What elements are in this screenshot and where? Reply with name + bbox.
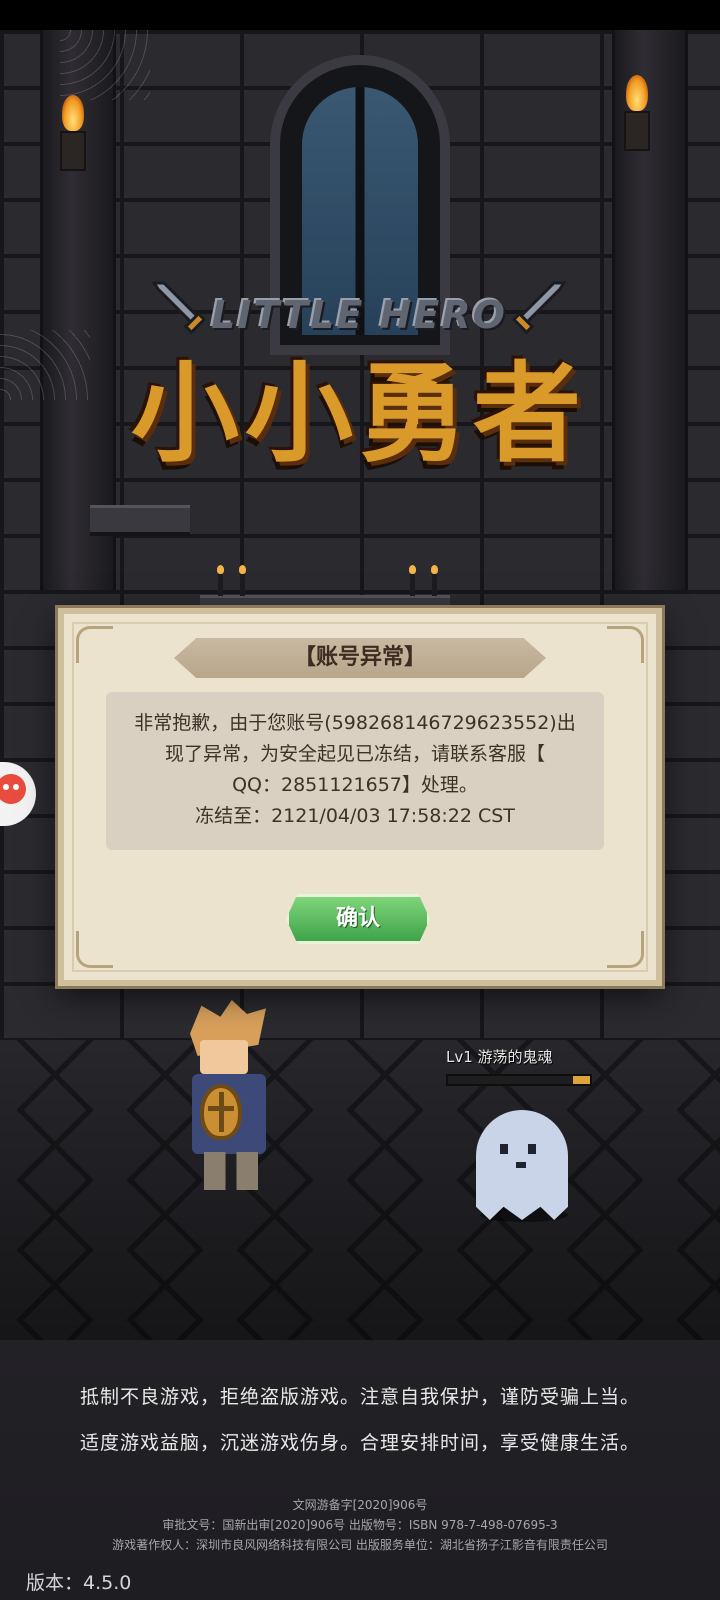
dialog-message-line: 冻结至：2121/04/03 17:58:22 CST xyxy=(195,805,515,827)
version-label: 版本：4.5.0 xyxy=(26,1572,132,1594)
ornament-corner-icon xyxy=(607,626,644,663)
ornament-corner-icon xyxy=(76,626,113,663)
license-line-2: 审批文号：国新出审[2020]906号 出版物号：ISBN 978-7-498-… xyxy=(162,1518,558,1532)
dialog-message: 非常抱歉，由于您账号(598268146729623552)出 现了异常，为安全… xyxy=(106,692,604,850)
footer-background xyxy=(0,1340,720,1600)
candle-icon xyxy=(431,565,438,596)
stone-ledge xyxy=(90,505,190,536)
enemy-health-bar xyxy=(446,1074,592,1086)
ornament-corner-icon xyxy=(607,931,644,968)
candle-icon xyxy=(409,565,416,596)
dialog-message-line: 现了异常，为安全起见已冻结，请联系客服【 xyxy=(164,743,545,765)
health-notice-line-2: 适度游戏益脑，沉迷游戏伤身。合理安排时间，享受健康生活。 xyxy=(79,1432,640,1454)
hero-legs xyxy=(204,1152,258,1190)
ghost-enemy-icon[interactable] xyxy=(476,1110,568,1220)
assistant-float-icon xyxy=(0,774,26,804)
game-screen: LITTLE HERO 小小勇者 Lv1 游荡的鬼魂 【账号异常】 非常抱歉，由… xyxy=(0,0,720,1600)
torch-holder xyxy=(60,131,86,171)
dialog-message-line: 非常抱歉，由于您账号(598268146729623552)出 xyxy=(134,712,576,734)
enemy-name-label: Lv1 游荡的鬼魂 xyxy=(446,1048,553,1066)
shield-icon xyxy=(200,1084,242,1140)
account-error-dialog: 【账号异常】 非常抱歉，由于您账号(598268146729623552)出 现… xyxy=(58,608,662,986)
cobweb-decoration xyxy=(0,330,90,400)
logo-chinese-title: 小小勇者 xyxy=(130,352,587,477)
game-logo: LITTLE HERO 小小勇者 xyxy=(94,275,624,477)
enemy-health-fill xyxy=(572,1076,590,1084)
hero-face xyxy=(200,1040,248,1074)
candle-icon xyxy=(239,565,246,596)
health-notice-line-1: 抵制不良游戏，拒绝盗版游戏。注意自我保护，谨防受骗上当。 xyxy=(79,1386,640,1408)
status-bar xyxy=(0,0,720,30)
candle-icon xyxy=(217,565,224,596)
floor-shadow xyxy=(0,1040,720,1340)
wall-torch-right xyxy=(620,75,654,155)
dialog-title: 【账号异常】 xyxy=(293,645,426,670)
confirm-button[interactable]: 确认 xyxy=(286,894,430,944)
license-line-3: 游戏著作权人：深圳市良风网络科技有限公司 出版服务单位：湖北省扬子江影音有限责任… xyxy=(112,1538,608,1552)
cobweb-decoration xyxy=(60,30,150,100)
ornament-corner-icon xyxy=(76,931,113,968)
torch-flame-icon xyxy=(62,95,84,131)
hero-character xyxy=(170,1000,290,1200)
torch-holder xyxy=(624,111,650,151)
wall-torch-left xyxy=(56,95,90,175)
dialog-message-line: QQ：2851121657】处理。 xyxy=(232,774,478,796)
torch-flame-icon xyxy=(626,75,648,111)
license-line-1: 文网游备字[2020]906号 xyxy=(292,1498,428,1512)
